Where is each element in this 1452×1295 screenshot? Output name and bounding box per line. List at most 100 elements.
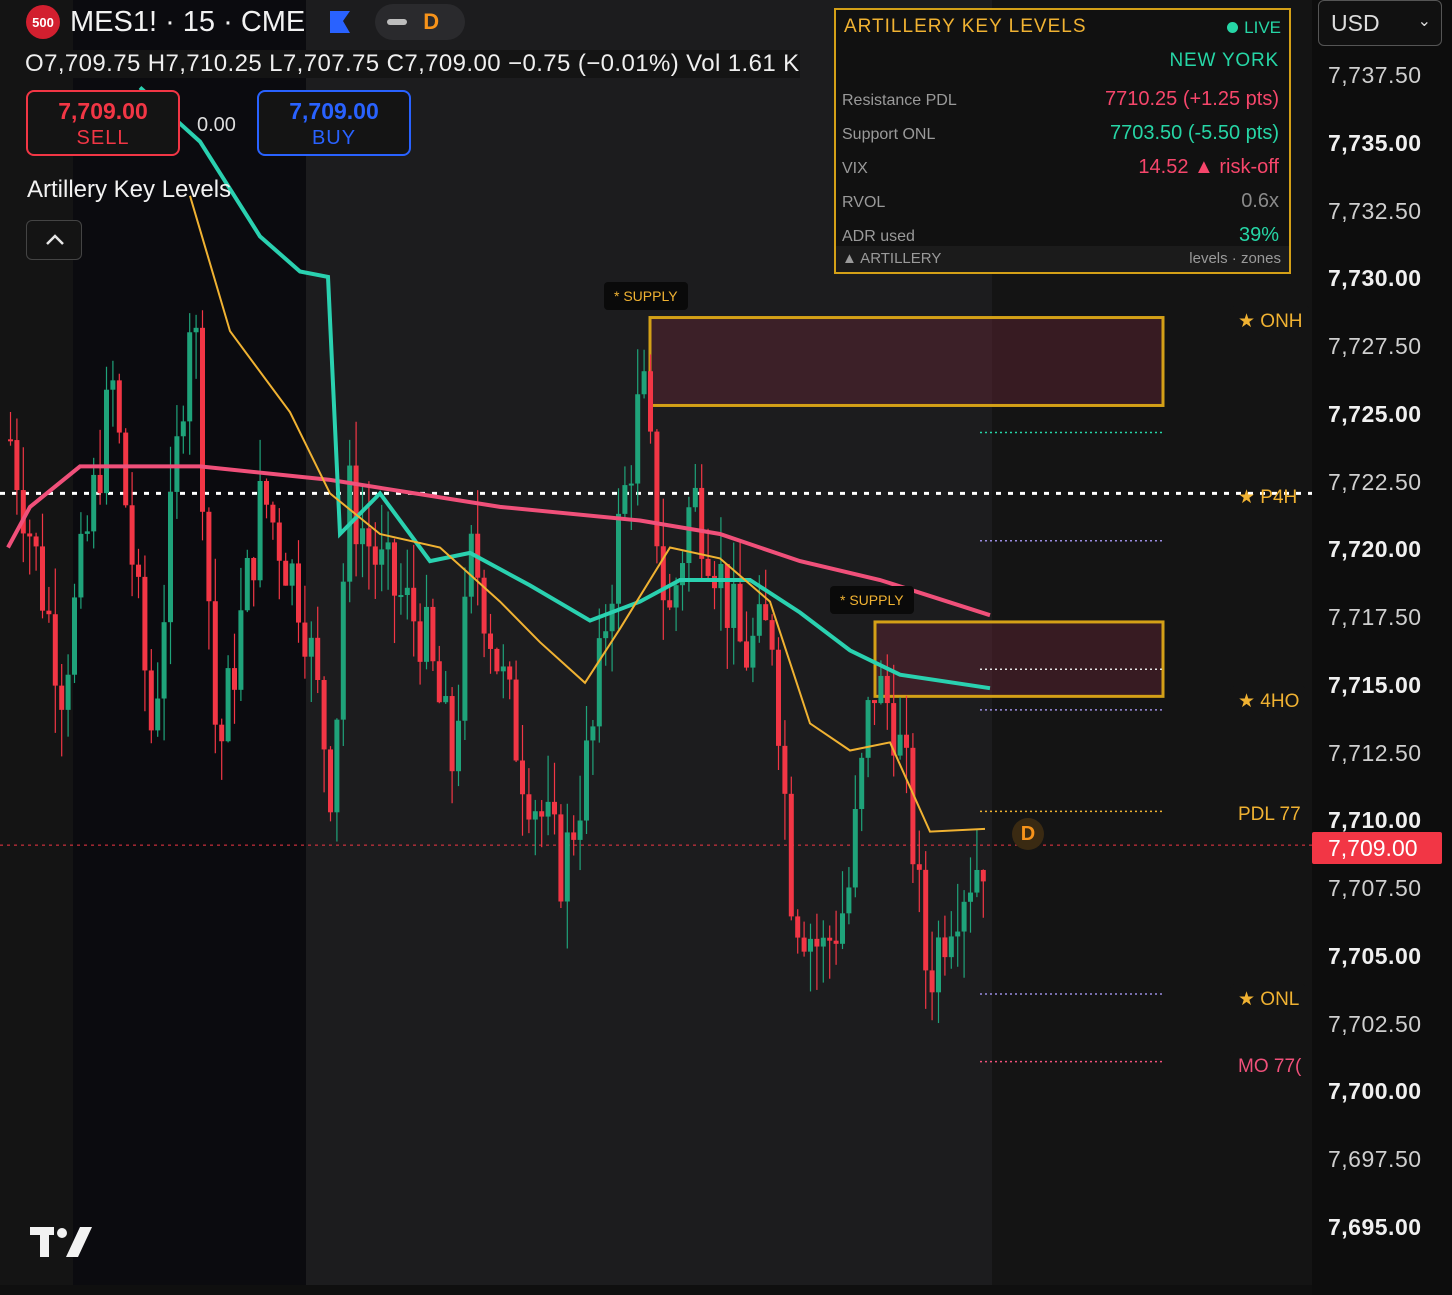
candle-body	[942, 937, 948, 958]
candle-body	[417, 621, 423, 662]
candle-body	[571, 832, 577, 840]
candle-body	[520, 760, 525, 795]
candle-body	[136, 564, 141, 577]
buy-price: 7,709.00	[289, 98, 379, 124]
chart-area[interactable]: * SUPPLY * SUPPLY ★ ONH ★ P4H ★ 4HO PDL …	[0, 0, 1312, 1285]
symbol-header[interactable]: 500 MES1! · 15 · CME D	[0, 0, 466, 44]
panel-footer: ▲ ARTILLERY levels · zones	[836, 246, 1289, 272]
panel-footer-brand: ▲ ARTILLERY	[842, 250, 942, 267]
candle-body	[910, 747, 916, 865]
panel-row-value: 39%	[1238, 224, 1279, 246]
candle-body	[155, 698, 161, 731]
candle-body	[142, 576, 148, 671]
candle-body	[200, 327, 205, 512]
candle-body	[609, 603, 615, 632]
candle-body	[635, 394, 641, 484]
mode-letter: D	[423, 9, 440, 34]
candle-body	[308, 637, 314, 657]
session-name: NEW YORK	[1169, 50, 1279, 71]
candle-body	[59, 685, 65, 710]
price-tick-label: 7,700.00	[1328, 1078, 1422, 1105]
candle-body	[948, 936, 954, 958]
candle-body	[328, 749, 333, 813]
candle-body	[65, 674, 71, 710]
level-label-mo: MO 77(	[1230, 1052, 1310, 1082]
visibility-toggle[interactable]: D	[375, 4, 466, 40]
sell-button[interactable]: 7,709.00 SELL	[26, 90, 180, 156]
candle-body	[129, 505, 135, 565]
flag-icon[interactable]	[327, 9, 353, 35]
candle-body	[731, 583, 737, 628]
last-price-tag: 7,709.00	[1312, 832, 1442, 864]
candle-body	[622, 485, 628, 514]
price-tick-label: 7,735.00	[1328, 129, 1422, 156]
collapse-button[interactable]	[26, 220, 82, 260]
candle-body	[552, 801, 557, 815]
candle-body	[232, 668, 237, 690]
candle-body	[462, 596, 468, 721]
candle-body	[110, 380, 116, 390]
price-tick-label: 7,702.50	[1328, 1010, 1422, 1037]
candle-body	[852, 809, 858, 888]
candle-body	[46, 610, 52, 615]
candle-body	[526, 794, 532, 820]
candle-body	[72, 597, 77, 675]
candle-body	[27, 533, 33, 537]
price-tick-label: 7,697.50	[1328, 1146, 1422, 1172]
candle-body	[116, 380, 122, 433]
candle-body	[91, 474, 97, 532]
candle-body	[468, 533, 474, 597]
price-tick-label: 7,710.00	[1328, 807, 1422, 834]
candle-body	[289, 563, 295, 586]
price-axis[interactable]: USD ⌄ 7,737.50 7,735.00 7,732.50 7,730.00 7,…	[1312, 0, 1452, 1295]
candle-body	[321, 680, 327, 750]
candle-body	[161, 622, 167, 699]
candle-body	[923, 869, 929, 971]
currency-select[interactable]: USD ⌄	[1318, 0, 1442, 46]
candle-body	[52, 614, 58, 686]
candle-body	[776, 649, 781, 746]
candle-body	[564, 832, 570, 902]
panel-row-value: 7703.50 (-5.50 pts)	[1110, 122, 1279, 144]
candle-body	[820, 937, 826, 947]
candle-body	[744, 641, 749, 668]
candle-body	[244, 557, 250, 611]
candle-body	[884, 675, 890, 704]
candle-body	[699, 487, 705, 559]
indicator-title[interactable]: Artillery Key Levels	[27, 176, 231, 204]
candle-body	[494, 648, 500, 672]
candle-body	[673, 585, 679, 608]
candle-body	[603, 631, 609, 639]
candle-body	[916, 864, 922, 870]
supply-zone	[873, 620, 1165, 698]
level-label-onl: ★ ONL	[1230, 984, 1308, 1015]
dividend-marker[interactable]: D	[1012, 818, 1044, 850]
tradingview-logo	[30, 1227, 92, 1257]
symbol-title[interactable]: MES1! · 15 · CME	[70, 6, 305, 39]
price-tick-label: 7,737.50	[1328, 62, 1422, 88]
candle-body	[276, 522, 282, 561]
candle-body	[225, 668, 231, 742]
symbol-badge: 500	[26, 5, 60, 39]
candle-body	[955, 931, 961, 937]
price-tick-label: 7,705.00	[1328, 942, 1422, 969]
candle-body	[193, 327, 199, 333]
candle-body	[507, 666, 513, 680]
candle-body	[424, 606, 429, 662]
candle-body	[878, 675, 884, 704]
candle-body	[539, 811, 545, 817]
candle-body	[104, 389, 109, 494]
candle-body	[872, 700, 877, 704]
candle-body	[769, 620, 775, 650]
buy-button[interactable]: 7,709.00 BUY	[257, 90, 411, 156]
live-dot-icon	[1227, 22, 1239, 33]
price-tick-label: 7,695.00	[1328, 1213, 1422, 1240]
candle-body	[456, 720, 461, 772]
supply-label: * SUPPLY	[604, 282, 688, 310]
candle-body	[980, 869, 986, 882]
candle-body	[168, 491, 173, 623]
candle-body	[334, 719, 340, 813]
candle-body	[264, 480, 269, 505]
price-tick-label: 7,725.00	[1328, 400, 1422, 427]
candle-body	[833, 940, 839, 944]
